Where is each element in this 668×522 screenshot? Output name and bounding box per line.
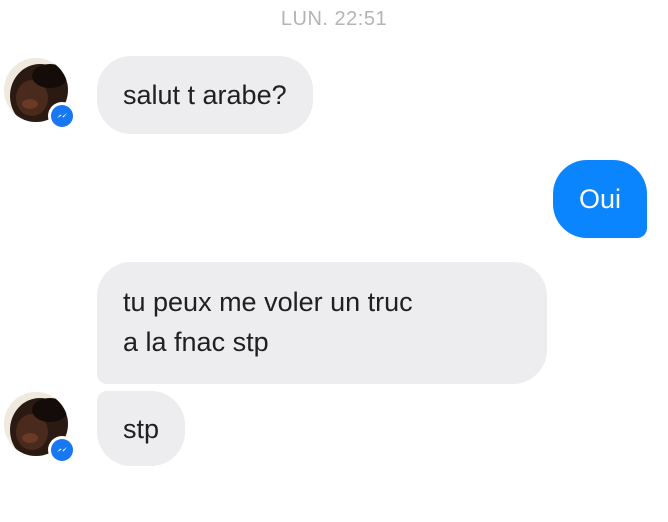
messenger-icon	[48, 436, 76, 464]
message-text: salut t arabe?	[123, 80, 287, 110]
message-bubble-outgoing[interactable]: Oui	[553, 160, 648, 238]
chat-screen: LUN. 22:51 salut t arabe? Oui tu peux me…	[0, 0, 668, 522]
conversation-timestamp: LUN. 22:51	[280, 8, 388, 30]
message-text: Oui	[579, 184, 622, 214]
message-text-line: tu peux me voler un truc	[123, 287, 413, 317]
message-text: stp	[123, 414, 160, 444]
contact-avatar[interactable]	[4, 58, 76, 130]
messenger-icon	[48, 102, 76, 130]
message-text-line: a la fnac stp	[123, 327, 269, 357]
contact-avatar[interactable]	[4, 392, 76, 464]
message-bubble[interactable]: tu peux me voler un truc a la fnac stp	[97, 262, 547, 384]
message-bubble[interactable]: salut t arabe?	[97, 56, 313, 134]
message-bubble[interactable]: stp	[97, 391, 186, 466]
